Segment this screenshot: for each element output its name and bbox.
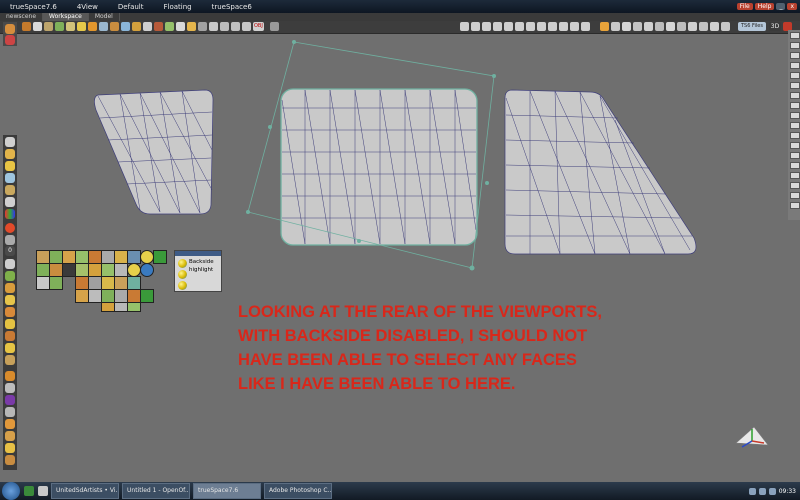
palette-item[interactable] bbox=[75, 289, 89, 303]
material-panel: Backside highlight bbox=[174, 250, 222, 292]
mesh-right[interactable] bbox=[504, 89, 697, 255]
palette-item[interactable] bbox=[114, 250, 128, 264]
palette-item[interactable] bbox=[101, 302, 115, 312]
palette-item[interactable] bbox=[114, 276, 128, 290]
tray-icon[interactable] bbox=[768, 487, 776, 495]
gizmo-axis-icon[interactable] bbox=[734, 425, 770, 451]
palette-item[interactable] bbox=[127, 289, 141, 303]
annotation-caption: LOOKING AT THE REAR OF THE VIEWPORTS, WI… bbox=[238, 300, 638, 396]
palette-item[interactable] bbox=[127, 302, 141, 312]
task-truespace[interactable]: trueSpace7.6 bbox=[193, 483, 261, 499]
palette-item[interactable] bbox=[127, 263, 141, 277]
palette-item[interactable] bbox=[49, 250, 63, 264]
object-palette bbox=[36, 250, 167, 312]
palette-item[interactable] bbox=[127, 250, 141, 264]
palette-item[interactable] bbox=[49, 276, 63, 290]
tray-icon[interactable] bbox=[748, 487, 756, 495]
quicklaunch-icon[interactable] bbox=[24, 486, 34, 496]
palette-item[interactable] bbox=[101, 276, 115, 290]
palette-item[interactable] bbox=[114, 289, 128, 303]
quicklaunch-icon[interactable] bbox=[38, 486, 48, 496]
task-browser[interactable]: UnitedSdArtists • Vi... bbox=[51, 483, 119, 499]
palette-item[interactable] bbox=[153, 250, 167, 264]
panel-header[interactable] bbox=[175, 251, 221, 256]
palette-item[interactable] bbox=[127, 276, 141, 290]
palette-item[interactable] bbox=[36, 276, 50, 290]
material-ball-icon[interactable] bbox=[178, 270, 187, 279]
task-openoffice[interactable]: Untitled 1 - OpenOf... bbox=[122, 483, 190, 499]
palette-item[interactable] bbox=[114, 302, 128, 312]
palette-item[interactable] bbox=[140, 250, 154, 264]
palette-item[interactable] bbox=[49, 263, 63, 277]
palette-item[interactable] bbox=[88, 263, 102, 277]
start-orb-icon[interactable] bbox=[2, 482, 20, 500]
tray-icon[interactable] bbox=[758, 487, 766, 495]
palette-item[interactable] bbox=[62, 250, 76, 264]
material-ball-icon[interactable] bbox=[178, 281, 187, 290]
palette-item[interactable] bbox=[88, 276, 102, 290]
highlight-option[interactable]: highlight bbox=[189, 267, 213, 273]
palette-item[interactable] bbox=[101, 289, 115, 303]
palette-item[interactable] bbox=[101, 263, 115, 277]
os-taskbar: UnitedSdArtists • Vi... Untitled 1 - Ope… bbox=[0, 482, 800, 500]
palette-item[interactable] bbox=[75, 276, 89, 290]
caption-line: HAVE BEEN ABLE TO SELECT ANY FACES bbox=[238, 351, 577, 369]
palette-item[interactable] bbox=[140, 263, 154, 277]
task-photoshop[interactable]: Adobe Photoshop C... bbox=[264, 483, 332, 499]
palette-item[interactable] bbox=[101, 250, 115, 264]
palette-item[interactable] bbox=[88, 250, 102, 264]
palette-item[interactable] bbox=[140, 289, 154, 303]
clock[interactable]: 09:33 bbox=[779, 488, 796, 495]
system-tray: 09:33 bbox=[748, 487, 800, 495]
material-ball-icon[interactable] bbox=[178, 259, 187, 268]
caption-line: LOOKING AT THE REAR OF THE VIEWPORTS, bbox=[238, 303, 602, 321]
palette-item[interactable] bbox=[36, 250, 50, 264]
caption-line: LIKE I HAVE BEEN ABLE TO HERE. bbox=[238, 375, 516, 393]
palette-item[interactable] bbox=[114, 263, 128, 277]
palette-item[interactable] bbox=[88, 289, 102, 303]
palette-item[interactable] bbox=[62, 263, 76, 277]
mesh-middle[interactable] bbox=[246, 40, 496, 271]
caption-line: WITH BACKSIDE DISABLED, I SHOULD NOT bbox=[238, 327, 588, 345]
palette-item[interactable] bbox=[75, 263, 89, 277]
backside-option[interactable]: Backside bbox=[189, 259, 214, 265]
mesh-left[interactable] bbox=[94, 89, 214, 215]
palette-item[interactable] bbox=[75, 250, 89, 264]
palette-item[interactable] bbox=[36, 263, 50, 277]
